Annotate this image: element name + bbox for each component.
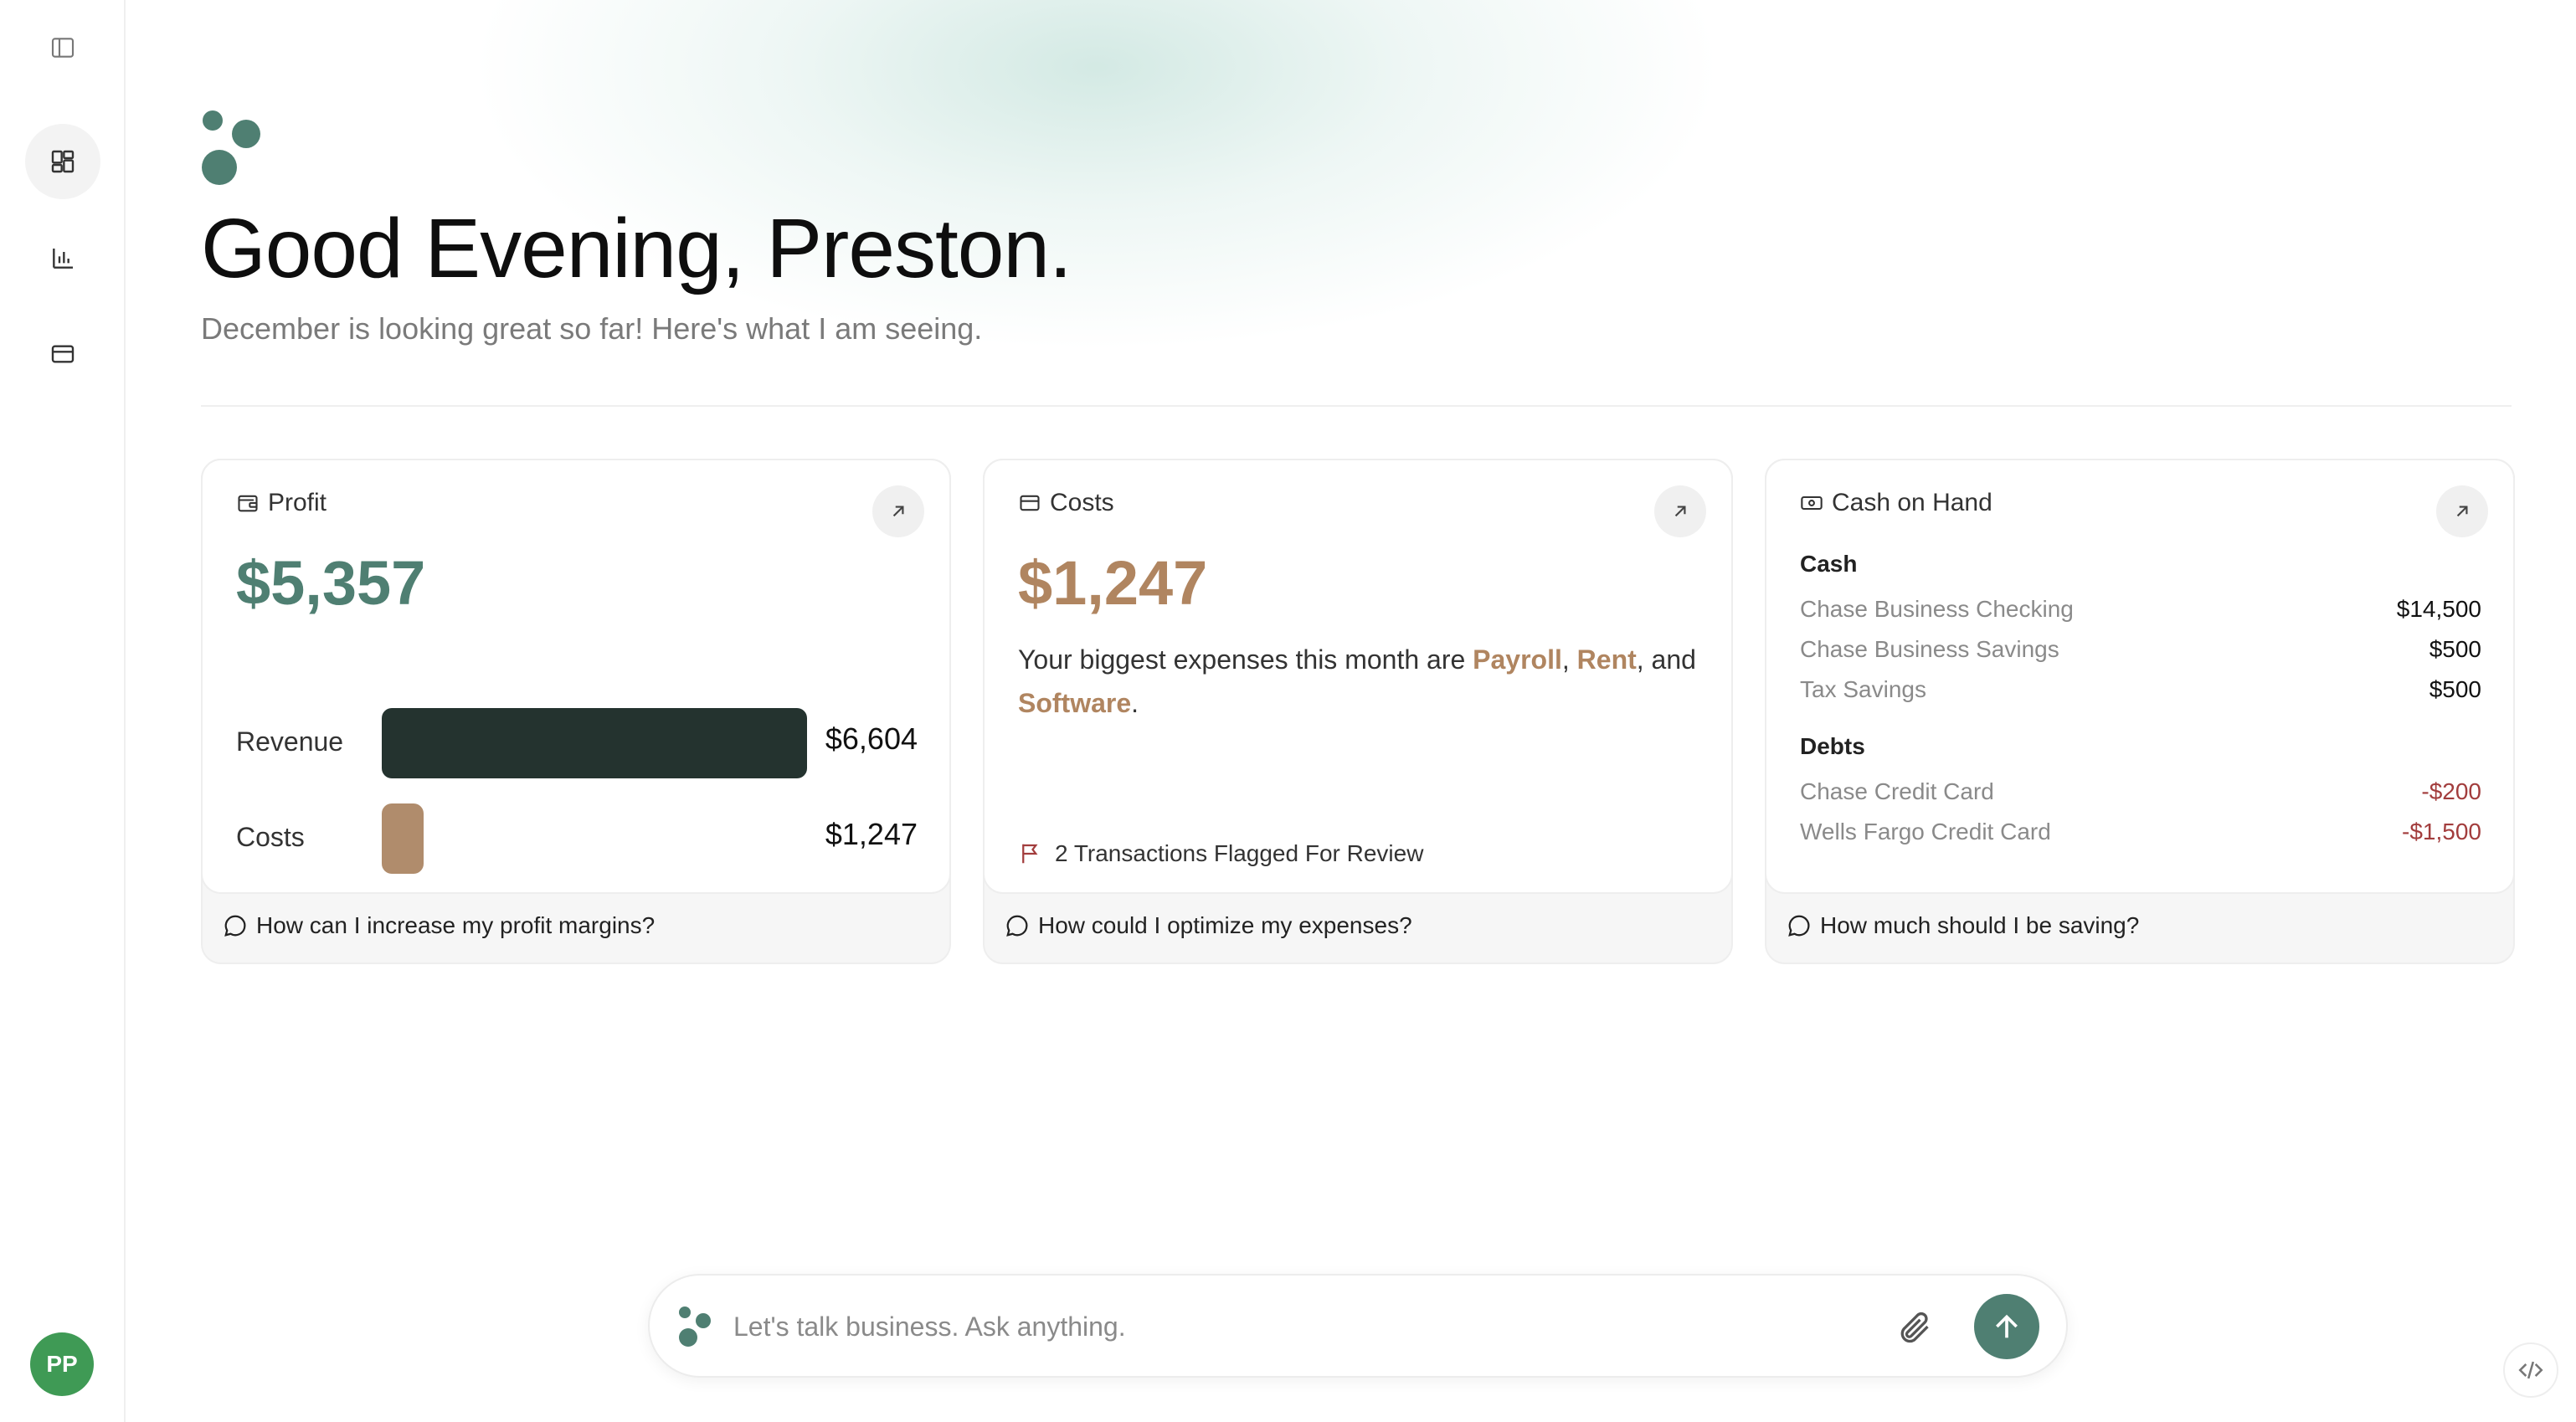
flag-icon xyxy=(1022,844,1038,864)
arrow-up-icon xyxy=(1996,1314,2018,1338)
expenses-text-before: Your biggest expenses this month are xyxy=(1018,644,1473,675)
logo-icon xyxy=(202,110,260,185)
cash-card-title: Cash on Hand xyxy=(1832,489,1992,516)
divider xyxy=(201,405,2512,407)
chat-bubble-icon xyxy=(224,915,246,937)
arrow-up-right-icon xyxy=(2456,506,2468,517)
revenue-bar xyxy=(382,708,807,778)
sidebar: PP xyxy=(0,0,126,1422)
account-name: Tax Savings xyxy=(1800,676,1926,702)
code-view-button[interactable] xyxy=(2503,1342,2558,1398)
debt-name: Chase Credit Card xyxy=(1800,778,1994,804)
debt-row[interactable]: Chase Credit Card -$200 xyxy=(1800,778,2481,805)
sidebar-item-reports[interactable] xyxy=(25,221,100,296)
send-button[interactable] xyxy=(1974,1294,2039,1359)
cash-suggestion-text: How much should I be saving? xyxy=(1820,912,2140,938)
account-row[interactable]: Chase Business Checking $14,500 xyxy=(1800,596,2481,623)
costs-bar xyxy=(382,803,424,874)
costs-card-title: Costs xyxy=(1050,489,1114,516)
cash-card-header: Cash on Hand xyxy=(1800,489,1992,517)
debt-row[interactable]: Wells Fargo Credit Card -$1,500 xyxy=(1800,819,2481,845)
sidebar-toggle-icon xyxy=(51,38,75,58)
sidebar-item-accounts[interactable] xyxy=(25,316,100,392)
costs-card: Costs $1,247 Your biggest expenses this … xyxy=(983,459,1733,964)
sidebar-item-dashboard[interactable] xyxy=(25,124,100,199)
chat-bubble-icon xyxy=(1006,915,1028,937)
account-balance: $500 xyxy=(2429,636,2481,662)
logo-icon xyxy=(679,1306,711,1347)
chat-bubble-icon xyxy=(1788,915,1810,937)
profit-suggestion-text: How can I increase my profit margins? xyxy=(256,912,656,938)
costs-expand-button[interactable] xyxy=(1654,485,1706,537)
credit-card-icon xyxy=(1020,495,1040,511)
profit-value: $5,357 xyxy=(236,548,426,618)
page-subtitle: December is looking great so far! Here's… xyxy=(201,311,983,346)
cash-card-body: Cash on Hand Cash Chase Business Checkin… xyxy=(1765,459,2515,894)
revenue-value: $6,604 xyxy=(825,721,918,756)
chat-bar xyxy=(648,1274,2068,1378)
chat-input[interactable] xyxy=(733,1301,1822,1353)
revenue-label: Revenue xyxy=(236,726,344,757)
expense-end: . xyxy=(1131,688,1139,718)
profit-card-title: Profit xyxy=(268,489,327,516)
paperclip-icon[interactable] xyxy=(1895,1309,1932,1346)
banknote-icon xyxy=(1801,495,1823,511)
costs-label: Costs xyxy=(236,822,305,852)
code-icon xyxy=(2518,1361,2543,1379)
debt-balance: -$1,500 xyxy=(2402,819,2481,844)
arrow-up-right-icon xyxy=(1674,506,1686,517)
cash-section-title: Cash xyxy=(1800,551,1858,577)
expenses-summary: Your biggest expenses this month are Pay… xyxy=(1018,638,1704,725)
sidebar-toggle-button[interactable] xyxy=(25,10,100,85)
profit-expand-button[interactable] xyxy=(872,485,924,537)
costs-card-body: Costs $1,247 Your biggest expenses this … xyxy=(983,459,1733,894)
flagged-transactions-text: 2 Transactions Flagged For Review xyxy=(1055,840,1424,866)
debt-name: Wells Fargo Credit Card xyxy=(1800,819,2051,844)
cash-suggestion[interactable]: How much should I be saving? xyxy=(1787,912,2139,939)
debts-section-title: Debts xyxy=(1800,733,1865,759)
expense-highlight: Payroll xyxy=(1473,644,1562,675)
arrow-up-right-icon xyxy=(892,506,904,517)
wallet-icon xyxy=(238,495,258,512)
page-title: Good Evening, Preston. xyxy=(201,202,1072,295)
expense-separator: , xyxy=(1561,644,1577,675)
costs-value: $1,247 xyxy=(825,817,918,851)
costs-suggestion-text: How could I optimize my expenses? xyxy=(1038,912,1412,938)
credit-card-icon xyxy=(51,345,75,363)
profit-card-body: Profit $5,357 Revenue $6,604 Costs $1,24… xyxy=(201,459,951,894)
account-balance: $14,500 xyxy=(2396,596,2481,622)
account-name: Chase Business Checking xyxy=(1800,596,2074,622)
profit-suggestion[interactable]: How can I increase my profit margins? xyxy=(223,912,655,939)
avatar[interactable]: PP xyxy=(30,1332,94,1396)
cash-expand-button[interactable] xyxy=(2436,485,2488,537)
costs-value: $1,247 xyxy=(1018,548,1208,618)
profit-card: Profit $5,357 Revenue $6,604 Costs $1,24… xyxy=(201,459,951,964)
cash-card: Cash on Hand Cash Chase Business Checkin… xyxy=(1765,459,2515,964)
expense-highlight: Rent xyxy=(1576,644,1637,675)
account-name: Chase Business Savings xyxy=(1800,636,2059,662)
expense-separator: , and xyxy=(1636,644,1696,675)
dashboard-icon xyxy=(51,150,75,173)
account-balance: $500 xyxy=(2429,676,2481,702)
expense-highlight: Software xyxy=(1018,688,1132,718)
account-row[interactable]: Tax Savings $500 xyxy=(1800,676,2481,703)
costs-card-header: Costs xyxy=(1018,489,1114,517)
background-glow xyxy=(469,0,1725,352)
bar-chart-icon xyxy=(53,249,73,269)
account-row[interactable]: Chase Business Savings $500 xyxy=(1800,636,2481,663)
costs-suggestion[interactable]: How could I optimize my expenses? xyxy=(1005,912,1412,939)
debt-balance: -$200 xyxy=(2421,778,2481,804)
flagged-transactions-link[interactable]: 2 Transactions Flagged For Review xyxy=(1018,840,1423,867)
profit-card-header: Profit xyxy=(236,489,326,517)
